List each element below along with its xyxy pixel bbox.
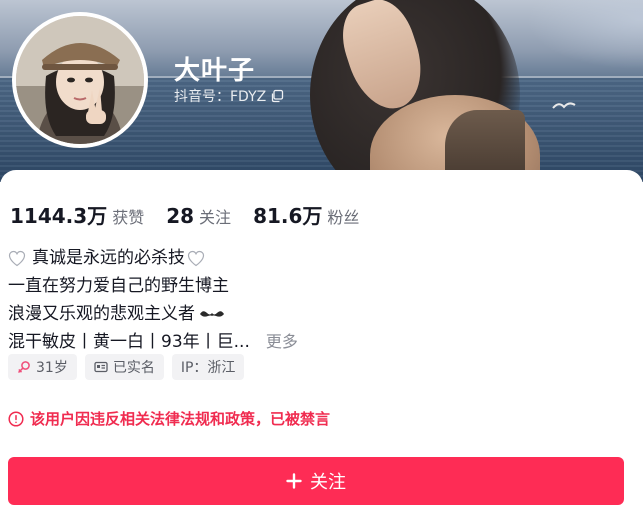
bio-more-link[interactable]: 更多 (266, 328, 298, 356)
douyin-id-row: 抖音号：FDYZ (174, 86, 284, 106)
stat-value: 1144.3万 (10, 204, 108, 228)
bio: 真诚是永远的必杀技 一直在努力爱自己的野生博主 浪漫又乐观的悲观主义者 混干敏皮… (8, 244, 298, 356)
tag-ip-location: IP：浙江 (171, 354, 245, 380)
profile-tags: 31岁 已实名 IP：浙江 (8, 354, 245, 380)
mustache-icon (200, 311, 224, 317)
bio-line-text: 真诚是永远的必杀技 (32, 248, 185, 268)
seagull-icon (552, 102, 576, 109)
white-heart-icon (187, 250, 205, 266)
ban-notice-text: 该用户因违反相关法律法规和政策，已被禁言 (30, 410, 331, 428)
bio-line-text: 浪漫又乐观的悲观主义者 (8, 304, 195, 324)
profile-content-card: 1144.3万 获赞 28 关注 81.6万 粉丝 真诚是永远的必杀技 一直在努… (0, 170, 643, 524)
stat-label: 粉丝 (327, 208, 360, 227)
white-heart-icon (8, 250, 26, 266)
stats-row: 1144.3万 获赞 28 关注 81.6万 粉丝 (10, 200, 381, 229)
stat-label: 获赞 (112, 208, 145, 227)
follow-button[interactable]: 关注 (8, 457, 624, 505)
ban-notice: 该用户因违反相关法律法规和政策，已被禁言 (8, 408, 330, 429)
douyin-id: 抖音号：FDYZ (174, 89, 267, 105)
tag-verified: 已实名 (84, 354, 164, 380)
bio-line: 真诚是永远的必杀技 (8, 244, 298, 272)
stat-label: 关注 (199, 208, 232, 227)
warning-icon (8, 410, 24, 427)
avatar-portrait (16, 16, 144, 144)
bio-line: 浪漫又乐观的悲观主义者 (8, 300, 298, 328)
stat-following[interactable]: 28 关注 (166, 204, 231, 228)
bio-line: 一直在努力爱自己的野生博主 (8, 272, 298, 300)
follow-button-label: 关注 (310, 472, 346, 493)
tag-label: IP：浙江 (180, 360, 236, 376)
avatar[interactable] (12, 12, 148, 148)
id-card-icon (94, 361, 108, 373)
tag-label: 已实名 (112, 360, 155, 376)
bio-line: 混干敏皮丨黄一白丨93年丨巨... 更多 (8, 328, 298, 356)
profile-name: 大叶子 (174, 56, 256, 86)
tag-age: 31岁 (8, 354, 77, 380)
stat-value: 81.6万 (253, 204, 323, 228)
copy-icon[interactable] (270, 89, 284, 103)
female-icon (17, 361, 30, 374)
profile-header-background: 大叶子 抖音号：FDYZ (0, 0, 643, 182)
bio-line-text: 一直在努力爱自己的野生博主 (8, 276, 229, 296)
stat-value: 28 (166, 204, 195, 228)
tag-label: 31岁 (36, 360, 68, 376)
stat-likes: 1144.3万 获赞 (10, 200, 144, 229)
bio-line-text: 混干敏皮丨黄一白丨93年丨巨... (8, 332, 250, 352)
plus-icon (286, 473, 302, 489)
stat-followers[interactable]: 81.6万 粉丝 (253, 200, 359, 229)
